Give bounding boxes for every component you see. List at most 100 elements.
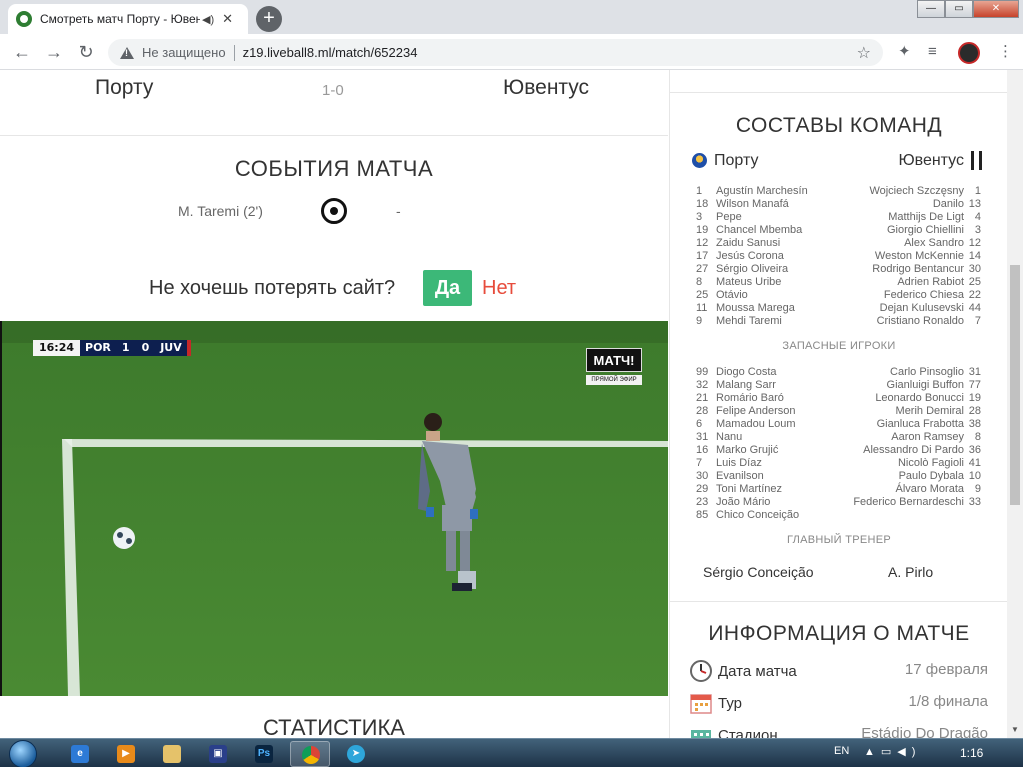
home-player-number: 32 <box>696 379 709 391</box>
tab-close-icon[interactable]: ✕ <box>222 11 233 27</box>
warning-icon[interactable] <box>120 46 134 59</box>
lineup-row: 23 João Mário Federico Bernardeschi 33 <box>670 496 1008 509</box>
forward-arrow-icon[interactable]: → <box>44 42 64 62</box>
home-player-name: Wilson Manafá <box>716 198 789 210</box>
scorebug: 16:24 POR 1 0 JUV <box>33 340 191 356</box>
no-link[interactable]: Нет <box>482 277 516 300</box>
away-player-number: 4 <box>974 211 981 223</box>
prompt-text: Не хочешь потерять сайт? <box>149 277 396 299</box>
browser-tab[interactable]: Смотреть матч Порту - Ювентус ◀) ✕ <box>8 4 248 34</box>
info-label: Тур <box>718 695 742 712</box>
away-team-name[interactable]: Ювентус <box>503 76 589 100</box>
home-player-name: Nanu <box>716 431 743 443</box>
away-player-name: Federico Chiesa <box>883 289 964 301</box>
home-player-name: Romário Baró <box>716 392 784 404</box>
taskbar-media-player[interactable]: ▶ <box>106 741 146 767</box>
away-player-name: Merih Demiral <box>895 405 964 417</box>
omnibox-separator <box>233 44 235 61</box>
speaker-icon[interactable]: ◀) <box>202 13 214 26</box>
back-arrow-icon[interactable]: ← <box>12 42 32 62</box>
maximize-button[interactable]: ▭ <box>945 0 973 18</box>
away-player-name: Federico Bernardeschi <box>853 496 964 508</box>
away-player-name: Gianluca Frabotta <box>876 418 964 430</box>
minimize-button[interactable]: — <box>917 0 945 18</box>
bookmark-prompt: Не хочешь потерять сайт? Да Нет <box>0 270 668 306</box>
home-player-number: 85 <box>696 509 709 521</box>
lineup-home-name[interactable]: Порту <box>714 152 758 170</box>
away-player-name: Leonardo Bonucci <box>875 392 964 404</box>
insecure-label[interactable]: Не защищено <box>142 45 226 60</box>
taskbar-ie[interactable]: e <box>60 741 100 767</box>
lineup-row: 28 Felipe Anderson Merih Demiral 28 <box>670 405 1008 418</box>
profile-avatar[interactable] <box>958 42 980 64</box>
scroll-down-arrow-icon[interactable]: ▼ <box>1011 725 1019 734</box>
media-player-icon: ▶ <box>117 745 135 763</box>
home-player-name: Mateus Uribe <box>716 276 782 288</box>
lineup-row: 99 Diogo Costa Carlo Pinsoglio 31 <box>670 366 1008 379</box>
home-player-number: 7 <box>696 457 703 469</box>
start-button[interactable] <box>4 739 44 767</box>
url-text[interactable]: z19.liveball8.ml/match/652234 <box>243 45 418 60</box>
lineup-row: 29 Toni Martínez Álvaro Morata 9 <box>670 483 1008 496</box>
info-value: Estádio Do Dragão <box>861 725 988 738</box>
video-player[interactable]: 16:24 POR 1 0 JUV МАТЧ! ПРЯМОЙ ЭФИР <box>0 321 668 696</box>
menu-kebab-icon[interactable]: ⋮ <box>998 43 1013 61</box>
tray-icons[interactable]: ▲▭◀) <box>864 745 921 758</box>
away-player-number: 28 <box>968 405 981 417</box>
clock[interactable]: 1:16 <box>960 746 983 760</box>
home-player-name: Chancel Mbemba <box>716 224 803 236</box>
media-playlist-icon[interactable]: ≡ <box>928 43 937 61</box>
folder-icon <box>163 745 181 763</box>
reload-icon[interactable]: ↻ <box>76 42 96 62</box>
extensions-puzzle-icon[interactable]: ✦ <box>898 43 911 61</box>
scrollbar-thumb[interactable] <box>1010 265 1020 505</box>
home-player-number: 17 <box>696 250 709 262</box>
taskbar-photoshop[interactable]: Ps <box>244 741 284 767</box>
lineup-row: 3 Pepe Matthijs De Ligt 4 <box>670 211 1008 224</box>
bookmark-star-icon[interactable]: ☆ <box>857 43 871 63</box>
home-player-name: Agustín Marchesín <box>716 185 808 197</box>
event-player: M. Taremi (2') <box>178 203 263 219</box>
lineup-row: 7 Luis Díaz Nicolò Fagioli 41 <box>670 457 1008 470</box>
address-bar[interactable]: Не защищено z19.liveball8.ml/match/65223… <box>108 39 883 66</box>
away-player-number: 41 <box>968 457 981 469</box>
away-player-number: 19 <box>968 392 981 404</box>
taskbar-telegram[interactable]: ➤ <box>336 741 376 767</box>
home-team-name[interactable]: Порту <box>95 76 153 100</box>
language-indicator[interactable]: EN <box>834 745 849 757</box>
lineup-away-name[interactable]: Ювентус <box>898 152 964 170</box>
home-player-name: Moussa Marega <box>716 302 795 314</box>
new-tab-button[interactable]: + <box>256 6 282 32</box>
taskbar-explorer[interactable] <box>152 741 192 767</box>
yes-button[interactable]: Да <box>423 270 472 306</box>
away-player-name: Wojciech Szczęsny <box>869 185 964 197</box>
away-player-name: Rodrigo Bentancur <box>872 263 964 275</box>
taskbar-chrome[interactable] <box>290 741 330 767</box>
away-player-number: 9 <box>974 483 981 495</box>
home-player-number: 31 <box>696 431 709 443</box>
pitch-scene <box>2 321 668 696</box>
info-row-date: Дата матча 17 февраля <box>670 659 1008 685</box>
stadium-icon <box>691 730 711 738</box>
info-row-stadium: Стадион Estádio Do Dragão <box>670 723 1008 738</box>
home-player-number: 23 <box>696 496 709 508</box>
away-player-number: 10 <box>968 470 981 482</box>
close-window-button[interactable]: ✕ <box>973 0 1019 18</box>
home-player-name: Otávio <box>716 289 748 301</box>
taskbar-save-app[interactable]: ▣ <box>198 741 238 767</box>
away-player-number: 14 <box>968 250 981 262</box>
lineup-row: 9 Mehdi Taremi Cristiano Ronaldo 7 <box>670 315 1008 328</box>
home-player-name: Toni Martínez <box>716 483 783 495</box>
lineup-row: 31 Nanu Aaron Ramsey 8 <box>670 431 1008 444</box>
calendar-icon <box>690 694 712 714</box>
lineup-row: 6 Mamadou Loum Gianluca Frabotta 38 <box>670 418 1008 431</box>
coach-away: A. Pirlo <box>888 564 934 580</box>
home-player-number: 19 <box>696 224 709 236</box>
page-scrollbar[interactable]: ▼ <box>1007 70 1023 738</box>
home-player-name: Malang Sarr <box>716 379 776 391</box>
lineup-row: 12 Zaidu Sanusi Alex Sandro 12 <box>670 237 1008 250</box>
home-player-name: Luis Díaz <box>716 457 762 469</box>
porto-crest-icon <box>692 153 707 168</box>
home-player-number: 1 <box>696 185 703 197</box>
home-player-name: Evanilson <box>716 470 764 482</box>
